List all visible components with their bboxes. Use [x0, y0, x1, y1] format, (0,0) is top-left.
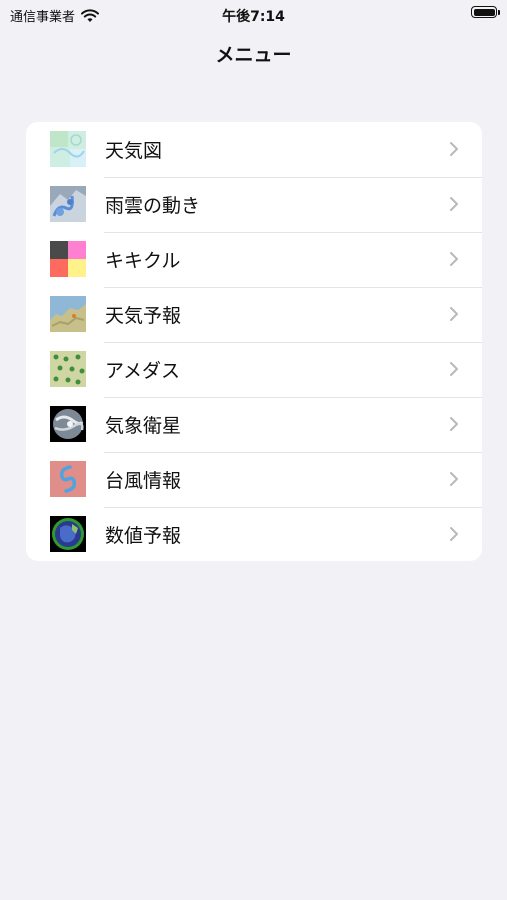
menu-item-numerical-forecast[interactable]: 数値予報 — [26, 507, 482, 561]
forecast-map-icon — [50, 296, 86, 332]
menu-item-label: キキクル — [105, 250, 181, 272]
menu-item-label: 天気図 — [105, 140, 163, 162]
rain-cloud-radar-icon — [50, 186, 86, 222]
kikikuru-icon — [50, 241, 86, 277]
menu-item-label: 天気予報 — [105, 305, 182, 327]
chevron-right-icon — [450, 142, 458, 156]
menu-item-typhoon[interactable]: 台風情報 — [26, 452, 482, 507]
menu-item-amedas[interactable]: アメダス — [26, 342, 482, 397]
status-bar: 通信事業者 午後7:14 — [0, 0, 507, 28]
amedas-map-icon — [50, 351, 86, 387]
typhoon-icon — [50, 461, 86, 497]
chevron-right-icon — [450, 362, 458, 376]
page-title: メニュー — [215, 44, 292, 66]
menu-item-rain-radar[interactable]: 雨雲の動き — [26, 177, 482, 232]
weather-map-icon — [50, 131, 86, 167]
satellite-earth-icon — [50, 406, 86, 442]
menu-item-satellite[interactable]: 気象衛星 — [26, 397, 482, 452]
menu-item-label: 数値予報 — [105, 525, 182, 547]
menu-list: 天気図 雨雲の動き キキクル 天気予報 アメダス 気象衛星 台風情報 数値予報 — [26, 122, 482, 561]
chevron-right-icon — [450, 417, 458, 431]
chevron-right-icon — [450, 197, 458, 211]
menu-item-kikikuru[interactable]: キキクル — [26, 232, 482, 287]
menu-item-weather-map[interactable]: 天気図 — [26, 122, 482, 177]
menu-item-label: 台風情報 — [105, 470, 182, 492]
battery-icon — [471, 6, 500, 18]
numerical-forecast-icon — [50, 516, 86, 552]
chevron-right-icon — [450, 307, 458, 321]
status-time: 午後7:14 — [222, 9, 285, 25]
menu-item-forecast[interactable]: 天気予報 — [26, 287, 482, 342]
menu-item-label: アメダス — [105, 360, 181, 382]
chevron-right-icon — [450, 472, 458, 486]
menu-item-label: 雨雲の動き — [105, 195, 201, 217]
chevron-right-icon — [450, 252, 458, 266]
chevron-right-icon — [450, 527, 458, 541]
menu-item-label: 気象衛星 — [105, 415, 182, 437]
